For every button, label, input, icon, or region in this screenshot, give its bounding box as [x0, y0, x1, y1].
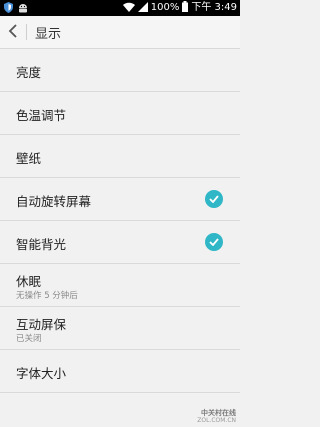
setting-title: 互动屏保 [16, 317, 67, 332]
setting-title: 自动旋转屏幕 [16, 194, 92, 209]
android-icon [18, 3, 28, 16]
back-button[interactable] [0, 16, 26, 48]
setting-subtitle: 无操作 5 分钟后 [16, 291, 78, 301]
setting-daydream[interactable]: 互动屏保 已关闭 [0, 307, 240, 350]
watermark: 中关村在线 ZOL.COM.CN [197, 409, 236, 425]
checkmark-icon[interactable] [205, 190, 223, 208]
setting-title: 亮度 [16, 65, 42, 80]
page-title: 显示 [35, 26, 62, 42]
shield-icon [4, 2, 13, 16]
setting-title: 智能背光 [16, 237, 67, 252]
setting-title: 色温调节 [16, 108, 67, 123]
setting-title: 壁纸 [16, 151, 42, 166]
setting-title: 字体大小 [16, 366, 67, 381]
action-bar: 显示 [0, 16, 240, 49]
setting-wallpaper[interactable]: 壁纸 [0, 135, 240, 178]
chevron-left-icon [8, 23, 18, 42]
setting-font-size[interactable]: 字体大小 [0, 350, 240, 393]
checkmark-icon[interactable] [205, 233, 223, 251]
settings-list: 亮度 色温调节 壁纸 自动旋转屏幕 智能背光 休眠 无操作 5 分钟后 互动屏保… [0, 49, 240, 393]
setting-brightness[interactable]: 亮度 [0, 49, 240, 92]
setting-sleep[interactable]: 休眠 无操作 5 分钟后 [0, 264, 240, 307]
setting-title: 休眠 [16, 274, 42, 289]
screen: 100% 下午 3:49 显示 亮度 色温调节 壁纸 自动旋转屏幕 智能背光 休… [0, 0, 240, 427]
action-bar-divider [26, 24, 27, 40]
wifi-icon [122, 2, 135, 15]
signal-icon [137, 1, 148, 15]
battery-percent: 100% [150, 2, 180, 13]
setting-smart-backlight[interactable]: 智能背光 [0, 221, 240, 264]
status-bar: 100% 下午 3:49 [0, 0, 240, 16]
setting-color-temperature[interactable]: 色温调节 [0, 92, 240, 135]
watermark-brand: 中关村在线 [201, 409, 236, 417]
battery-icon [182, 1, 189, 15]
status-time: 下午 3:49 [191, 2, 237, 13]
watermark-site: ZOL.COM.CN [197, 417, 236, 424]
setting-auto-rotate[interactable]: 自动旋转屏幕 [0, 178, 240, 221]
setting-subtitle: 已关闭 [16, 334, 42, 344]
